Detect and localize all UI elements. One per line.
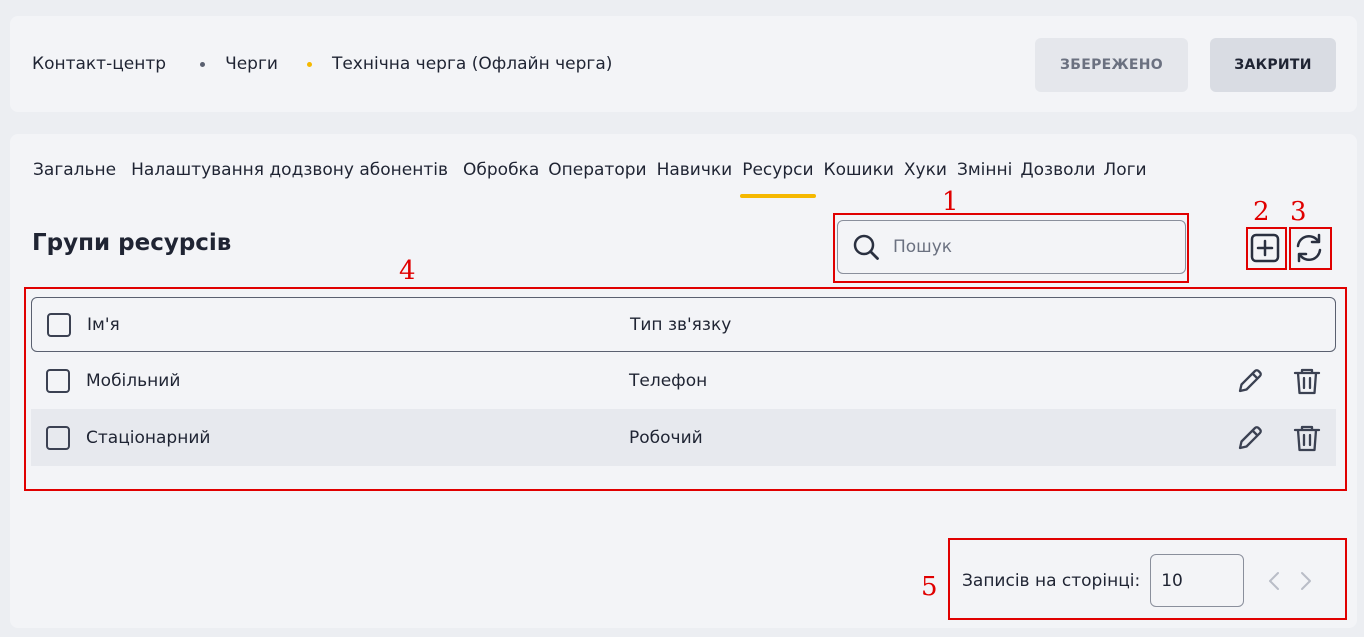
- tab-resources[interactable]: Ресурси: [740, 160, 816, 198]
- prev-page-button[interactable]: [1264, 569, 1284, 593]
- tab-dialing-settings[interactable]: Налаштування додзвону абонентів: [131, 160, 448, 188]
- refresh-icon: [1296, 233, 1322, 263]
- main-panel: Загальне Налаштування додзвону абонентів…: [10, 134, 1357, 628]
- tab-skills[interactable]: Навички: [657, 160, 733, 188]
- section-title: Групи ресурсів: [32, 230, 232, 256]
- delete-icon[interactable]: [1291, 365, 1323, 397]
- tab-logs[interactable]: Логи: [1103, 160, 1146, 188]
- row-type: Робочий: [629, 427, 703, 448]
- next-page-button[interactable]: [1296, 569, 1316, 593]
- per-page-input[interactable]: 10: [1150, 554, 1245, 607]
- annotation-number-4: 4: [399, 256, 416, 286]
- tab-bar: Загальне Налаштування додзвону абонентів…: [33, 160, 1162, 198]
- annotation-number-1: 1: [942, 187, 959, 217]
- select-all-checkbox[interactable]: [47, 312, 71, 337]
- row-type: Телефон: [629, 370, 708, 391]
- close-button[interactable]: ЗАКРИТИ: [1210, 38, 1336, 92]
- breadcrumb-separator-current: [306, 61, 312, 67]
- top-bar: Контакт-центр Черги Технічна черга (Офла…: [10, 16, 1357, 112]
- table-row[interactable]: Мобільний Телефон: [31, 352, 1336, 409]
- search-box[interactable]: [837, 220, 1186, 274]
- tab-permissions[interactable]: Дозволи: [1020, 160, 1095, 188]
- tab-operators[interactable]: Оператори: [548, 160, 646, 188]
- table-header: Ім'я Тип зв'язку: [31, 297, 1336, 352]
- annotation-number-2: 2: [1253, 197, 1270, 227]
- chevron-right-icon: [1301, 571, 1312, 590]
- tab-general[interactable]: Загальне: [33, 160, 116, 188]
- tab-hooks[interactable]: Хуки: [904, 160, 947, 188]
- annotation-number-3: 3: [1290, 197, 1307, 227]
- annotation-number-5: 5: [921, 572, 938, 602]
- tab-variables[interactable]: Змінні: [957, 160, 1012, 188]
- add-icon: [1250, 233, 1280, 263]
- delete-icon[interactable]: [1291, 422, 1323, 454]
- breadcrumb: Контакт-центр Черги Технічна черга (Офла…: [32, 16, 612, 112]
- refresh-button[interactable]: [1291, 230, 1327, 266]
- row-name: Стаціонарний: [86, 427, 211, 448]
- breadcrumb-item-current: Технічна черга (Офлайн черга): [331, 54, 613, 74]
- search-icon: [853, 234, 879, 260]
- breadcrumb-item-queues[interactable]: Черги: [225, 54, 278, 74]
- column-header-type[interactable]: Тип зв'язку: [630, 315, 731, 335]
- search-input[interactable]: [893, 237, 1163, 257]
- tab-baskets[interactable]: Кошики: [824, 160, 894, 188]
- table-row[interactable]: Стаціонарний Робочий: [31, 409, 1336, 466]
- tab-processing[interactable]: Обробка: [463, 160, 539, 188]
- chevron-left-icon: [1269, 571, 1280, 590]
- saved-button[interactable]: ЗБЕРЕЖЕНО: [1035, 38, 1188, 92]
- per-page-label: Записів на сторінці:: [962, 570, 1141, 591]
- breadcrumb-item-contact-center[interactable]: Контакт-центр: [32, 54, 166, 74]
- row-name: Мобільний: [86, 370, 181, 391]
- edit-icon[interactable]: [1234, 365, 1266, 397]
- pagination: Записів на сторінці: 10: [962, 554, 1316, 607]
- edit-icon[interactable]: [1234, 422, 1266, 454]
- row-checkbox[interactable]: [46, 425, 70, 450]
- add-button[interactable]: [1247, 230, 1283, 266]
- resource-groups-table: Ім'я Тип зв'язку Мобільний Телефон Стаці…: [31, 297, 1336, 466]
- column-header-name[interactable]: Ім'я: [87, 315, 120, 335]
- breadcrumb-separator: [200, 61, 206, 67]
- row-checkbox[interactable]: [46, 368, 70, 393]
